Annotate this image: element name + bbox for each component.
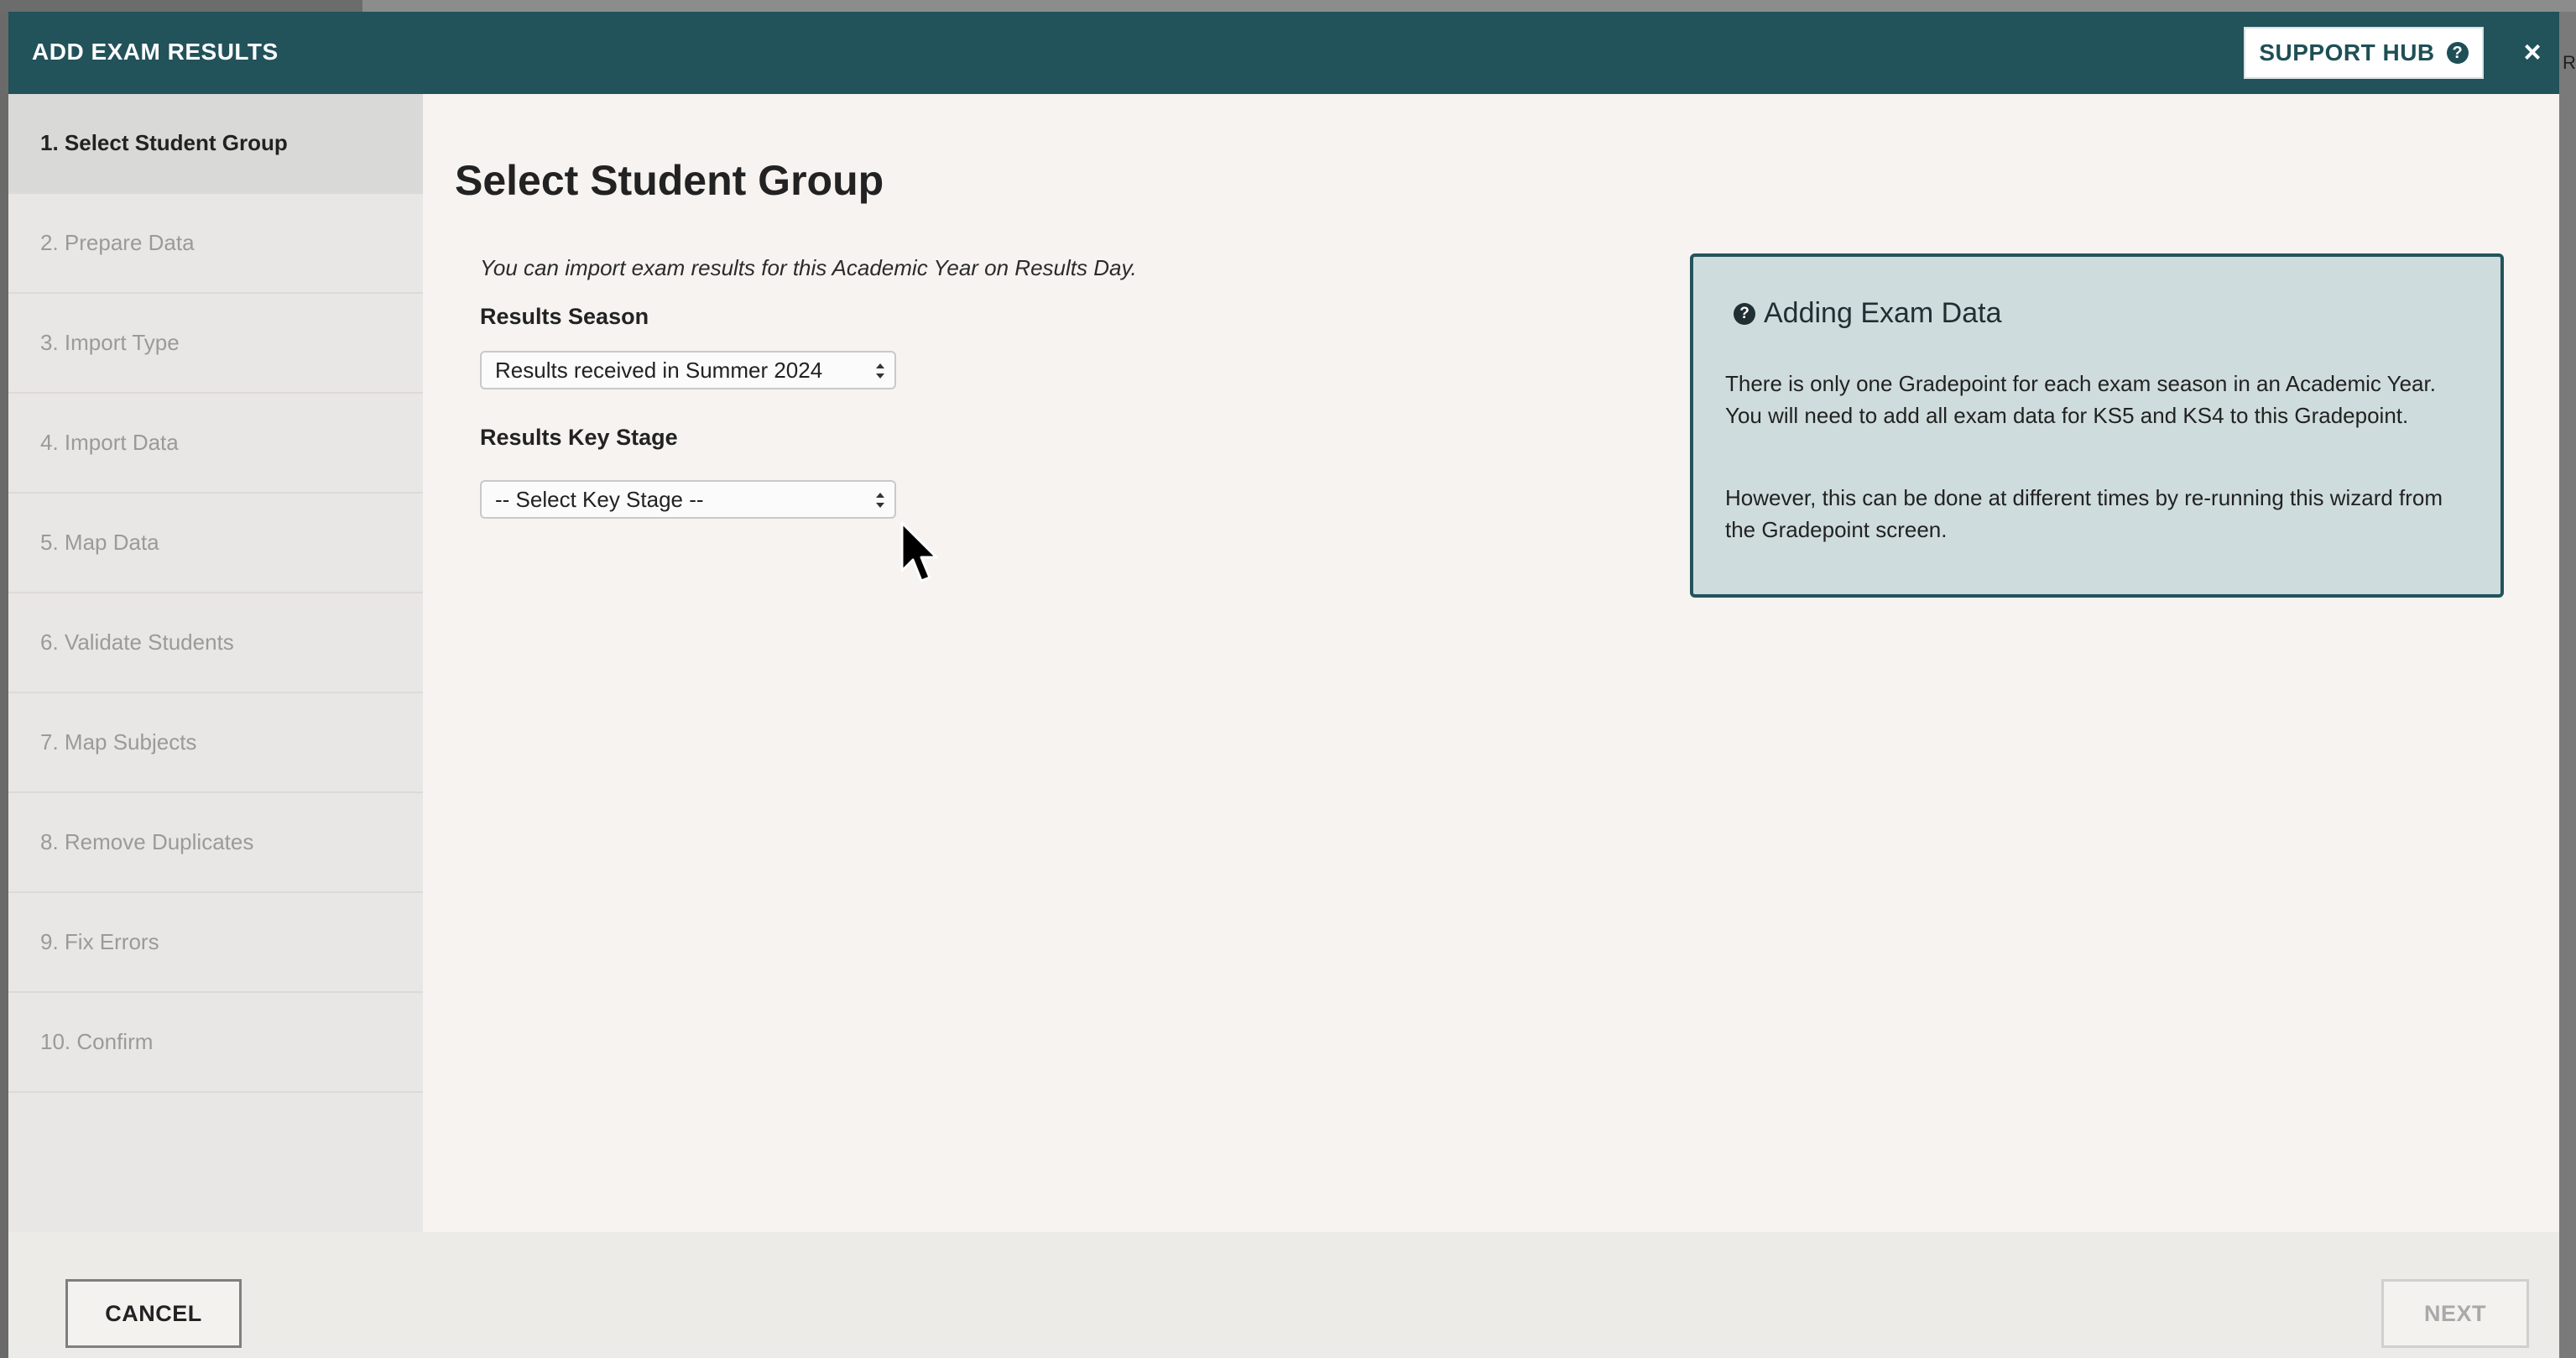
background-page-char: R [2563,52,2576,73]
background-page-left-edge [0,12,8,1358]
help-circle-icon: ? [2446,42,2469,64]
wizard-step-select-student-group[interactable]: 1. Select Student Group [8,94,423,194]
wizard-step-confirm[interactable]: 10. Confirm [8,993,423,1093]
wizard-step-label: 2. Prepare Data [40,230,195,255]
modal-title: ADD EXAM RESULTS [32,39,279,65]
wizard-step-remove-duplicates[interactable]: 8. Remove Duplicates [8,793,423,893]
background-page-right-edge: R [2559,12,2576,1358]
close-button[interactable]: × [2514,34,2551,71]
wizard-step-map-subjects[interactable]: 7. Map Subjects [8,693,423,793]
modal-footer: CANCEL NEXT [8,1232,2559,1358]
cancel-button[interactable]: CANCEL [65,1279,242,1348]
results-season-select[interactable]: Results received in Summer 2024 [480,351,896,389]
support-hub-label: SUPPORT HUB [2259,39,2435,65]
next-button[interactable]: NEXT [2381,1279,2529,1348]
wizard-step-label: 3. Import Type [40,330,180,355]
adding-exam-data-info-box: ? Adding Exam Data There is only one Gra… [1690,253,2504,598]
add-exam-results-modal: ADD EXAM RESULTS SUPPORT HUB ? × 1. Sele… [8,12,2559,1358]
wizard-step-label: 5. Map Data [40,530,159,555]
wizard-step-label: 10. Confirm [40,1029,154,1054]
wizard-steps-sidebar: 1. Select Student Group 2. Prepare Data … [8,94,423,1232]
page-title: Select Student Group [455,157,884,204]
results-season-label: Results Season [480,304,649,329]
background-page-topbar-dark [0,0,362,12]
results-key-stage-value: -- Select Key Stage -- [495,486,704,512]
wizard-step-import-data[interactable]: 4. Import Data [8,394,423,494]
mouse-pointer-icon [900,521,938,582]
question-circle-icon: ? [1734,302,1755,325]
results-key-stage-label: Results Key Stage [480,425,678,450]
wizard-step-label: 6. Validate Students [40,629,234,655]
select-arrows-icon [876,363,884,379]
wizard-step-label: 4. Import Data [40,430,179,455]
wizard-step-prepare-data[interactable]: 2. Prepare Data [8,194,423,294]
select-arrows-icon [876,493,884,508]
support-hub-button[interactable]: SUPPORT HUB ? [2244,27,2484,79]
background-page-topbar [0,0,2576,12]
wizard-step-validate-students[interactable]: 6. Validate Students [8,593,423,693]
wizard-step-fix-errors[interactable]: 9. Fix Errors [8,893,423,993]
wizard-step-label: 8. Remove Duplicates [40,829,254,854]
wizard-step-label: 9. Fix Errors [40,929,159,954]
info-box-title: Adding Exam Data [1764,297,2002,329]
info-box-paragraph: There is only one Gradepoint for each ex… [1725,371,2436,428]
info-box-header: ? Adding Exam Data [1734,297,2002,330]
results-key-stage-select[interactable]: -- Select Key Stage -- [480,480,896,519]
close-icon: × [2523,34,2542,69]
wizard-step-import-type[interactable]: 3. Import Type [8,294,423,394]
info-box-paragraph: However, this can be done at different t… [1725,485,2443,542]
wizard-step-map-data[interactable]: 5. Map Data [8,494,423,593]
wizard-step-label: 7. Map Subjects [40,729,197,755]
wizard-step-label: 1. Select Student Group [40,130,288,155]
results-day-note: You can import exam results for this Aca… [480,255,1137,280]
results-season-value: Results received in Summer 2024 [495,357,823,383]
modal-header: ADD EXAM RESULTS SUPPORT HUB ? × [8,12,2559,94]
